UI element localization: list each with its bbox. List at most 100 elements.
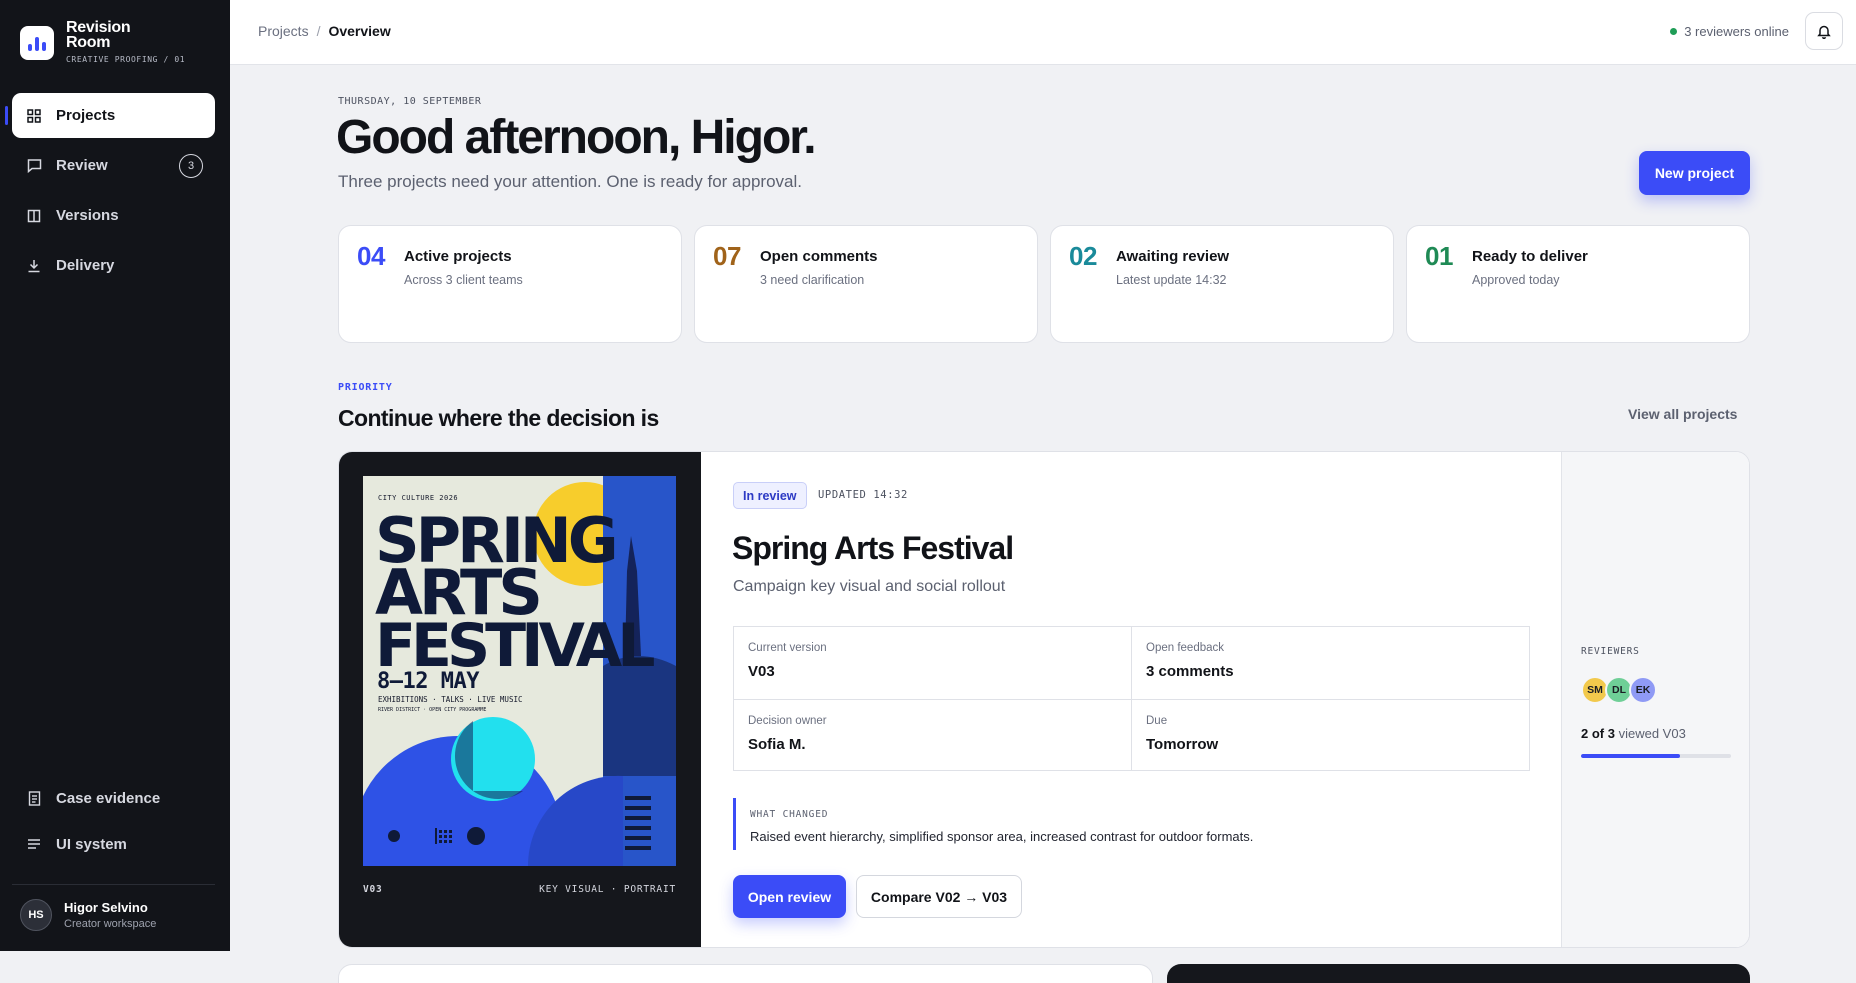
user-name: Higor Selvino	[64, 900, 148, 915]
stat-card-ready-to-deliver[interactable]: 01 Ready to deliver Approved today	[1406, 225, 1750, 343]
sidebar-item-ui-system[interactable]: UI system	[12, 824, 215, 864]
stat-number: 07	[713, 241, 741, 271]
poster-preview-pane[interactable]: CITY CULTURE 2026 SPRING ARTS FESTIVAL 8…	[339, 452, 701, 947]
section-title: Continue where the decision is	[338, 405, 659, 431]
compare-versions-button[interactable]: Compare V02 → V03	[856, 875, 1022, 918]
stat-subtitle: Approved today	[1472, 273, 1560, 287]
breadcrumb: Projects / Overview	[258, 23, 391, 39]
bar-chart-icon	[20, 26, 54, 60]
main-nav: Projects Review 3 Versions Delivery	[5, 93, 215, 293]
stat-title: Ready to deliver	[1472, 248, 1588, 265]
breadcrumb-current: Overview	[328, 23, 391, 39]
stat-title: Awaiting review	[1116, 248, 1230, 265]
viewed-suffix: viewed V03	[1618, 726, 1686, 741]
reviewers-label: REVIEWERS	[1581, 646, 1640, 657]
avatar: HS	[20, 899, 52, 931]
poster-kicker: CITY CULTURE 2026	[378, 494, 458, 502]
what-changed-text: Raised event hierarchy, simplified spons…	[750, 829, 1254, 844]
breadcrumb-separator: /	[316, 23, 321, 39]
review-progress-bar	[1581, 754, 1731, 758]
breadcrumb-projects[interactable]: Projects	[258, 23, 309, 39]
stat-number: 04	[357, 241, 385, 271]
stat-title: Open comments	[760, 248, 878, 265]
fact-value: Tomorrow	[1146, 736, 1219, 753]
page-subtitle: Three projects need your attention. One …	[338, 172, 802, 191]
topbar: Projects / Overview 3 reviewers online	[230, 0, 1856, 65]
updated-timestamp: UPDATED 14:32	[818, 489, 908, 501]
fact-label: Open feedback	[1146, 642, 1225, 654]
sidebar-item-versions[interactable]: Versions	[12, 193, 215, 238]
poster-program: EXHIBITIONS · TALKS · LIVE MUSIC	[378, 695, 523, 704]
fact-label: Due	[1146, 715, 1168, 727]
next-card-dark	[1167, 964, 1750, 983]
fact-value: 3 comments	[1146, 663, 1234, 680]
columns-icon	[26, 208, 42, 224]
stat-card-awaiting-review[interactable]: 02 Awaiting review Latest update 14:32	[1050, 225, 1394, 343]
poster-version: V03	[363, 884, 383, 895]
poster-preview: CITY CULTURE 2026 SPRING ARTS FESTIVAL 8…	[363, 476, 676, 866]
page-title: Good afternoon, Higor.	[336, 111, 817, 164]
fact-decision-owner: Decision owner Sofia M.	[734, 699, 1132, 771]
poster-dates: 8—12 MAY	[377, 669, 480, 694]
stat-number: 01	[1425, 241, 1453, 271]
priority-project-card: CITY CULTURE 2026 SPRING ARTS FESTIVAL 8…	[338, 451, 1750, 948]
reviewers-viewed-count: 2 of 3 viewed V03	[1581, 726, 1686, 741]
what-changed-note: WHAT CHANGED Raised event hierarchy, sim…	[733, 798, 1433, 850]
fact-value: Sofia M.	[748, 736, 806, 753]
viewed-count: 2 of 3	[1581, 726, 1615, 741]
avatar[interactable]: EK	[1629, 676, 1657, 704]
notifications-button[interactable]	[1805, 12, 1843, 50]
current-date: THURSDAY, 10 SEPTEMBER	[338, 96, 482, 107]
project-details: In review UPDATED 14:32 Spring Arts Fest…	[701, 452, 1561, 947]
sidebar-item-case-evidence[interactable]: Case evidence	[12, 778, 215, 818]
review-count-badge: 3	[179, 154, 203, 178]
fact-label: Decision owner	[748, 715, 827, 727]
download-icon	[26, 258, 42, 274]
brand-subtitle: CREATIVE PROOFING / 01	[66, 55, 186, 64]
sidebar-item-label: Versions	[56, 207, 119, 224]
online-dot-icon	[1670, 28, 1678, 35]
online-status: 3 reviewers online	[1670, 24, 1789, 39]
grid-icon	[26, 108, 42, 124]
user-role: Creator workspace	[64, 918, 157, 930]
sidebar-item-projects[interactable]: Projects	[5, 93, 215, 138]
poster-small-print: RIVER DISTRICT · OPEN CITY PROGRAMME	[378, 707, 486, 713]
sidebar-item-label: UI system	[56, 835, 127, 853]
secondary-nav: Case evidence UI system	[12, 778, 215, 870]
comment-icon	[26, 158, 42, 174]
fact-value: V03	[748, 663, 775, 680]
stat-title: Active projects	[404, 248, 512, 265]
reviewers-panel: REVIEWERS SM DL EK 2 of 3 viewed V03	[1561, 452, 1749, 947]
stat-card-open-comments[interactable]: 07 Open comments 3 need clarification	[694, 225, 1038, 343]
sidebar-item-delivery[interactable]: Delivery	[12, 243, 215, 288]
reviewer-avatars: SM DL EK	[1581, 676, 1657, 704]
sidebar-item-label: Review	[56, 157, 108, 174]
open-review-button[interactable]: Open review	[733, 875, 846, 918]
review-progress-fill	[1581, 754, 1680, 758]
brand-name-line1: Revision	[66, 19, 131, 36]
what-changed-label: WHAT CHANGED	[750, 809, 829, 820]
next-card-light	[338, 964, 1153, 983]
document-icon	[26, 790, 42, 806]
sidebar-item-review[interactable]: Review 3	[12, 143, 215, 188]
user-profile[interactable]: HS Higor Selvino Creator workspace	[12, 884, 215, 931]
fact-current-version: Current version V03	[734, 627, 1132, 699]
project-title: Spring Arts Festival	[732, 530, 1014, 566]
project-subtitle: Campaign key visual and social rollout	[733, 578, 1006, 595]
fact-label: Current version	[748, 642, 827, 654]
sidebar-item-label: Case evidence	[56, 789, 161, 807]
sidebar: Revision Room CREATIVE PROOFING / 01 Pro…	[0, 0, 230, 951]
project-facts-grid: Current version V03 Open feedback 3 comm…	[733, 626, 1530, 771]
sidebar-item-label: Delivery	[56, 257, 115, 274]
fact-open-feedback: Open feedback 3 comments	[1131, 627, 1529, 699]
stat-subtitle: Across 3 client teams	[404, 273, 523, 287]
stat-subtitle: Latest update 14:32	[1116, 273, 1227, 287]
view-all-projects-link[interactable]: View all projects	[1628, 406, 1737, 422]
brand[interactable]: Revision Room CREATIVE PROOFING / 01	[20, 20, 185, 64]
brand-name-line2: Room	[66, 34, 111, 51]
stat-card-active-projects[interactable]: 04 Active projects Across 3 client teams	[338, 225, 682, 343]
section-eyebrow: PRIORITY	[338, 382, 393, 393]
new-project-button[interactable]: New project	[1639, 151, 1750, 195]
online-text: 3 reviewers online	[1684, 24, 1789, 39]
bell-icon	[1817, 25, 1831, 39]
